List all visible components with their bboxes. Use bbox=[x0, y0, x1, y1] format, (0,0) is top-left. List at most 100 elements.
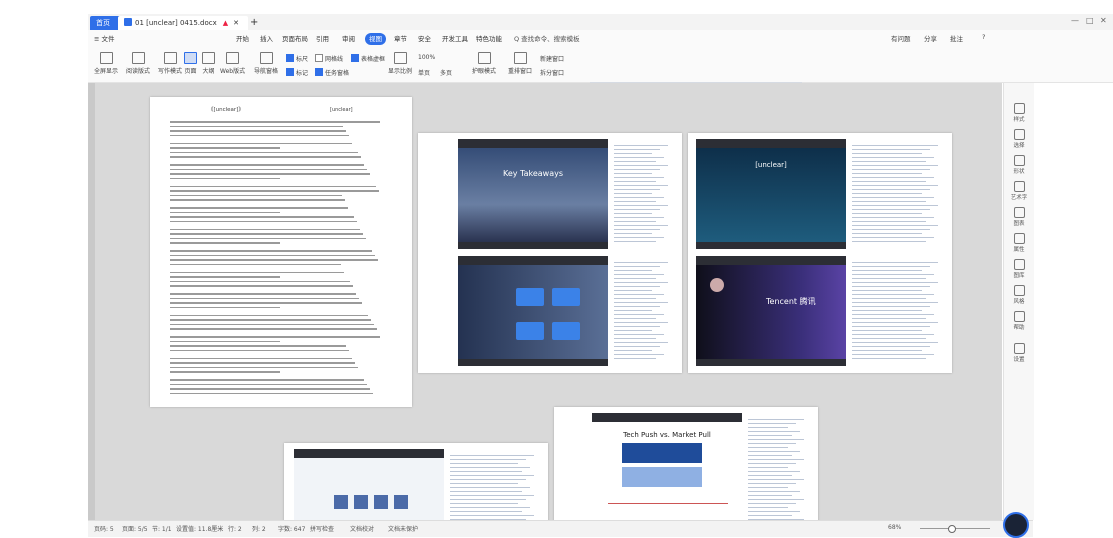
text-line bbox=[170, 357, 352, 359]
chat-line bbox=[450, 471, 522, 473]
split-window-button[interactable]: 拆分窗口 bbox=[540, 68, 564, 77]
doc-check-button[interactable]: 文档校对 bbox=[350, 524, 374, 533]
menu-developer[interactable]: 开发工具 bbox=[442, 33, 468, 45]
chat-line bbox=[852, 177, 934, 179]
chat-line bbox=[614, 330, 652, 332]
text-line bbox=[170, 134, 349, 136]
menu-section[interactable]: 章节 bbox=[394, 33, 407, 45]
help-question-button[interactable]: 有问题 bbox=[891, 33, 911, 43]
text-line bbox=[170, 147, 280, 149]
page-slides-b[interactable]: [unclear] Tencent 腾讯 bbox=[688, 133, 952, 373]
zoom-level[interactable]: 68% bbox=[888, 524, 901, 531]
chat-line bbox=[852, 209, 930, 211]
chat-line bbox=[450, 475, 534, 477]
gridlines-checkbox[interactable]: 网格线 bbox=[315, 54, 343, 63]
chat-line bbox=[450, 507, 530, 509]
chat-line bbox=[852, 286, 930, 288]
chart-panel-button[interactable]: 图表 bbox=[1004, 207, 1034, 227]
menu-features[interactable]: 特色功能 bbox=[476, 33, 502, 45]
table-gridlines-checkbox[interactable]: 表格虚框 bbox=[351, 54, 385, 63]
fullscreen-button[interactable]: 全屏显示 bbox=[94, 52, 118, 75]
assistant-avatar[interactable] bbox=[1003, 512, 1029, 538]
new-tab-button[interactable]: + bbox=[244, 16, 264, 30]
multi-page-button[interactable]: 多页 bbox=[440, 68, 452, 77]
writing-mode-button[interactable]: 写作模式 bbox=[158, 52, 182, 75]
help-panel-button[interactable]: 帮助 bbox=[1004, 311, 1034, 331]
share-button[interactable]: 分享 bbox=[924, 33, 937, 43]
task-pane-checkbox[interactable]: 任务窗格 bbox=[315, 68, 349, 77]
maximize-button[interactable]: □ bbox=[1086, 16, 1094, 25]
new-window-button[interactable]: 新建窗口 bbox=[540, 54, 564, 63]
chat-line bbox=[614, 322, 668, 324]
spell-check-button[interactable]: 拼写检查 bbox=[310, 524, 334, 533]
style-theme-panel-button[interactable]: 风格 bbox=[1004, 285, 1034, 305]
chat-line bbox=[748, 471, 800, 473]
web-view-button[interactable]: Web版式 bbox=[220, 52, 245, 75]
help-button[interactable]: ? bbox=[982, 33, 985, 41]
chat-line bbox=[450, 495, 534, 497]
doc-protect-button[interactable]: 文档未保护 bbox=[388, 524, 418, 533]
close-tab-icon[interactable]: ✕ bbox=[233, 19, 239, 27]
style-panel-button[interactable]: 样式 bbox=[1004, 103, 1034, 123]
text-line bbox=[170, 190, 379, 192]
page-slides-d[interactable]: Tech Push vs. Market Pull bbox=[554, 407, 818, 520]
zoom-100-button[interactable]: 100% bbox=[418, 54, 435, 61]
tab-document[interactable]: 01 [unclear] 0415.docx ▲ ✕ bbox=[118, 16, 248, 30]
chat-line bbox=[748, 475, 792, 477]
outline-view-button[interactable]: 大纲 bbox=[202, 52, 215, 75]
text-line bbox=[170, 121, 380, 123]
zoom-ratio-button[interactable]: 显示比例 bbox=[388, 52, 412, 75]
chat-line bbox=[614, 229, 660, 231]
menu-review[interactable]: 审阅 bbox=[342, 33, 355, 45]
chat-line bbox=[852, 282, 938, 284]
minimize-button[interactable]: — bbox=[1071, 16, 1079, 25]
menu-references[interactable]: 引用 bbox=[316, 33, 329, 45]
text-line bbox=[170, 349, 349, 351]
chat-line bbox=[852, 165, 938, 167]
chat-line bbox=[748, 419, 804, 421]
status-bar: 页码: 5 页面: 5/5 节: 1/1 设置值: 11.8厘米 行: 2 列:… bbox=[88, 520, 1033, 537]
page-view-button[interactable]: 页面 bbox=[184, 52, 197, 75]
single-page-button[interactable]: 单页 bbox=[418, 68, 430, 77]
ruler-checkbox[interactable]: 标尺 bbox=[286, 54, 308, 63]
close-window-button[interactable]: ✕ bbox=[1100, 16, 1107, 25]
chat-line bbox=[614, 342, 668, 344]
chat-line bbox=[614, 290, 652, 292]
page-text[interactable]: 《[unclear]》 [unclear] bbox=[150, 97, 412, 407]
page-slides-c[interactable] bbox=[284, 443, 548, 520]
nav-pane-button[interactable]: 导航窗格 bbox=[254, 52, 278, 75]
menu-home[interactable]: 开始 bbox=[236, 33, 249, 45]
chat-line bbox=[852, 342, 938, 344]
settings-panel-button[interactable]: 设置 bbox=[1004, 343, 1034, 363]
eye-care-button[interactable]: 护眼模式 bbox=[472, 52, 496, 75]
document-workspace[interactable]: 《[unclear]》 [unclear] Key Takeaways [unc bbox=[88, 83, 1002, 520]
menu-insert[interactable]: 插入 bbox=[260, 33, 273, 45]
rearrange-windows-button[interactable]: 重排窗口 bbox=[508, 52, 532, 75]
wordart-panel-button[interactable]: 艺术字 bbox=[1004, 181, 1034, 201]
menu-security[interactable]: 安全 bbox=[418, 33, 431, 45]
page-slides-a[interactable]: Key Takeaways bbox=[418, 133, 682, 373]
gallery-panel-button[interactable]: 图库 bbox=[1004, 259, 1034, 279]
chat-line bbox=[614, 189, 660, 191]
text-line bbox=[170, 194, 342, 196]
title-bar: 首页 01 [unclear] 0415.docx ▲ ✕ + — □ ✕ bbox=[88, 14, 1113, 30]
shape-panel-button[interactable]: 形状 bbox=[1004, 155, 1034, 175]
property-panel-button[interactable]: 属性 bbox=[1004, 233, 1034, 253]
command-search[interactable]: Q 查找命令、搜索模板 bbox=[514, 33, 580, 45]
menu-layout[interactable]: 页面布局 bbox=[282, 33, 308, 45]
vertical-ruler[interactable] bbox=[88, 83, 95, 520]
text-line bbox=[170, 280, 350, 282]
slide-product bbox=[294, 449, 444, 520]
menu-file[interactable]: ≡ 文件 bbox=[94, 33, 115, 45]
slide-title: Key Takeaways bbox=[502, 169, 564, 178]
text-line bbox=[170, 263, 341, 265]
reading-view-button[interactable]: 阅读版式 bbox=[126, 52, 150, 75]
select-panel-button[interactable]: 选择 bbox=[1004, 129, 1034, 149]
markup-checkbox[interactable]: 标记 bbox=[286, 68, 308, 77]
zoom-slider-thumb[interactable] bbox=[948, 525, 956, 533]
chat-line bbox=[852, 157, 934, 159]
chat-line bbox=[852, 213, 922, 215]
comment-button[interactable]: 批注 bbox=[950, 33, 963, 43]
menu-view[interactable]: 视图 bbox=[365, 33, 386, 45]
chat-line bbox=[748, 439, 804, 441]
